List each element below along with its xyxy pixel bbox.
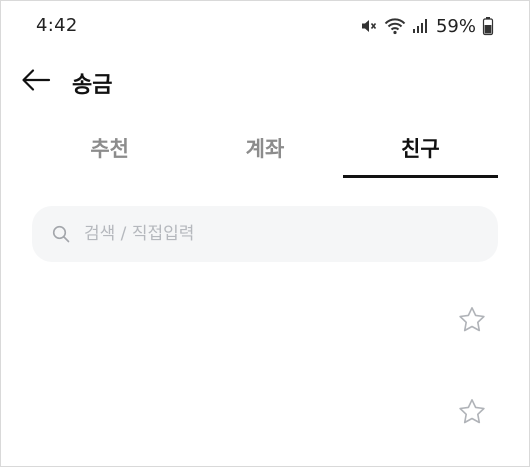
favorite-button[interactable] xyxy=(456,306,488,338)
tab-friends[interactable]: 친구 xyxy=(342,122,499,178)
tab-account[interactable]: 계좌 xyxy=(187,122,342,174)
back-button[interactable] xyxy=(18,66,54,98)
friend-row[interactable] xyxy=(0,384,530,444)
friend-row[interactable] xyxy=(0,292,530,352)
battery-percent: 59% xyxy=(435,15,476,37)
signal-icon xyxy=(412,17,428,35)
status-icons: 59% xyxy=(360,14,494,38)
status-time: 4:42 xyxy=(36,15,78,36)
app-bar: 송금 xyxy=(0,56,530,108)
battery-icon xyxy=(482,16,494,36)
arrow-left-icon xyxy=(21,68,51,96)
search-input[interactable] xyxy=(82,223,466,245)
tab-bar: 추천 계좌 친구 xyxy=(32,122,499,180)
star-outline-icon xyxy=(457,397,487,431)
star-outline-icon xyxy=(457,305,487,339)
mute-icon xyxy=(360,17,378,35)
search-icon xyxy=(52,225,70,243)
wifi-icon xyxy=(384,17,406,35)
status-bar: 4:42 59% xyxy=(0,0,530,52)
tab-recommended[interactable]: 추천 xyxy=(32,122,187,174)
search-box[interactable] xyxy=(32,206,498,262)
favorite-button[interactable] xyxy=(456,398,488,430)
page-title: 송금 xyxy=(72,73,113,98)
